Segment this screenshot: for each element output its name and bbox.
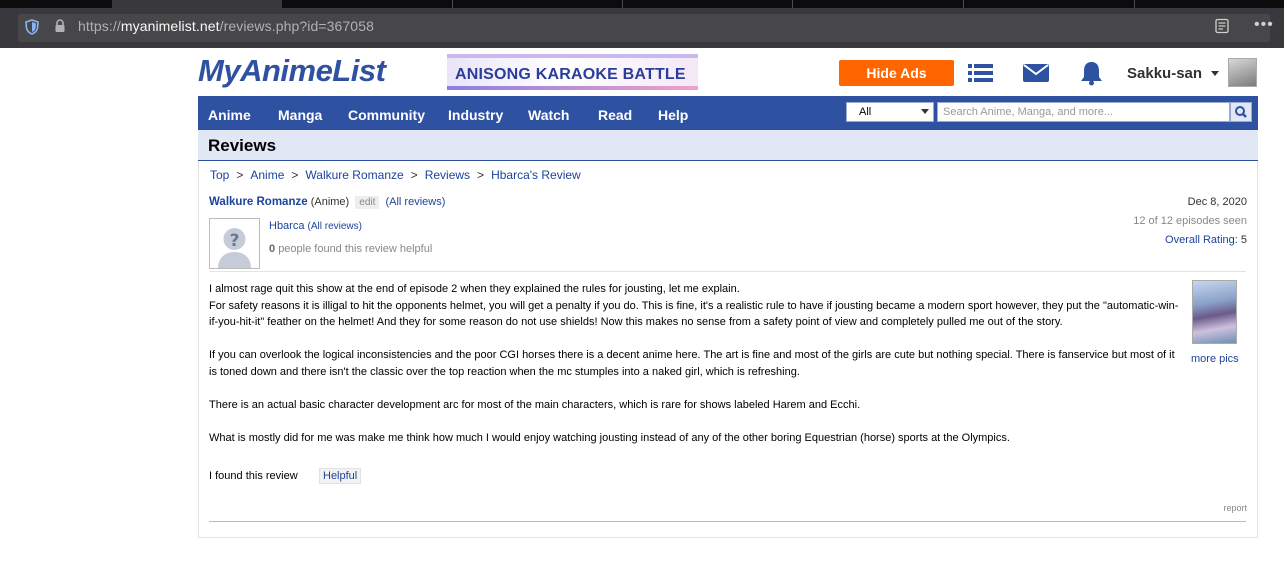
breadcrumb-separator: > <box>291 168 299 182</box>
url-path: /reviews.php?id=367058 <box>219 18 374 34</box>
tab-separator <box>792 0 793 8</box>
reviewer-name-link[interactable]: Hbarca <box>269 220 304 232</box>
review-paragraph: There is an actual basic character devel… <box>209 398 861 411</box>
menu-dots-icon[interactable]: ••• <box>1254 16 1274 34</box>
overall-rating-label: Overall Rating: <box>1165 234 1238 246</box>
breadcrumb-top[interactable]: Top <box>210 168 229 182</box>
helpful-count-number: 0 <box>269 243 276 255</box>
report-link[interactable]: report <box>1223 503 1247 513</box>
lock-icon[interactable] <box>53 18 67 34</box>
episodes-seen: 12 of 12 episodes seen <box>1133 215 1247 227</box>
site-logo[interactable]: MyAnimeList <box>198 53 386 89</box>
nav-manga[interactable]: Manga <box>278 107 322 123</box>
anime-cover-image[interactable] <box>1192 280 1237 344</box>
reader-view-icon[interactable] <box>1214 18 1230 34</box>
chevron-down-icon <box>921 109 929 114</box>
breadcrumb-title[interactable]: Walkure Romanze <box>305 168 403 182</box>
review-date: Dec 8, 2020 <box>1187 196 1247 208</box>
promo-banner[interactable]: ANISONG KARAOKE BATTLE <box>447 54 698 90</box>
breadcrumb-separator: > <box>477 168 485 182</box>
more-pics-link[interactable]: more pics <box>1191 353 1239 365</box>
mail-icon[interactable] <box>1023 64 1049 82</box>
review-paragraph: For safety reasons it is illigal to hit … <box>209 299 1179 329</box>
username-menu[interactable]: Sakku-san <box>1127 65 1202 82</box>
page-title-bar: Reviews <box>198 130 1258 161</box>
helpful-count-text: people found this review helpful <box>278 243 433 255</box>
anime-type: (Anime) <box>310 196 350 208</box>
search-input[interactable]: Search Anime, Manga, and more... <box>937 102 1230 122</box>
divider <box>209 271 1246 272</box>
banner-stripe <box>447 86 698 90</box>
review-heading: Walkure Romanze (Anime) edit (All review… <box>209 196 445 209</box>
default-user-icon: ? <box>210 219 259 268</box>
nav-read[interactable]: Read <box>598 107 632 123</box>
reviewer-avatar[interactable]: ? <box>209 218 260 269</box>
shield-icon[interactable] <box>25 19 39 35</box>
review-body: I almost rage quit this show at the end … <box>209 281 1179 463</box>
nav-watch[interactable]: Watch <box>528 107 569 123</box>
list-icon[interactable] <box>968 63 994 83</box>
breadcrumb-anime[interactable]: Anime <box>250 168 284 182</box>
helpful-count: 0 people found this review helpful <box>269 243 432 255</box>
page-title: Reviews <box>208 136 277 155</box>
breadcrumb-separator: > <box>410 168 418 182</box>
nav-industry[interactable]: Industry <box>448 107 503 123</box>
search-icon <box>1235 106 1247 118</box>
bell-icon[interactable] <box>1080 61 1103 86</box>
nav-community[interactable]: Community <box>348 107 425 123</box>
overall-rating: Overall Rating: 5 <box>1165 234 1247 246</box>
tab-separator <box>963 0 964 8</box>
breadcrumb-separator: > <box>236 168 244 182</box>
helpful-button[interactable]: Helpful <box>319 468 362 484</box>
nav-help[interactable]: Help <box>658 107 688 123</box>
overall-rating-value: 5 <box>1240 234 1247 246</box>
hide-ads-button[interactable]: Hide Ads <box>839 60 954 86</box>
breadcrumb-current[interactable]: Hbarca's Review <box>491 168 581 182</box>
user-avatar[interactable] <box>1228 58 1257 87</box>
anime-title-link[interactable]: Walkure Romanze <box>209 196 308 208</box>
url-prefix: https:// <box>78 18 121 34</box>
active-tab[interactable] <box>112 0 282 8</box>
reviewer-all-reviews-link[interactable]: (All reviews) <box>308 221 362 232</box>
svg-text:?: ? <box>230 231 240 251</box>
tab-separator <box>1134 0 1135 8</box>
search-category-select[interactable]: All <box>846 102 934 122</box>
search-button[interactable] <box>1230 102 1252 122</box>
review-paragraph: I almost rage quit this show at the end … <box>209 283 740 295</box>
nav-anime[interactable]: Anime <box>208 107 251 123</box>
review-paragraph: What is mostly did for me was make me th… <box>209 431 1010 444</box>
url-text[interactable]: https://myanimelist.net/reviews.php?id=3… <box>78 18 374 34</box>
browser-tab-strip <box>0 0 1284 8</box>
reviewer-info: Hbarca (All reviews) <box>269 220 362 232</box>
all-reviews-link[interactable]: (All reviews) <box>385 196 445 208</box>
edit-button[interactable]: edit <box>355 196 380 209</box>
breadcrumb-reviews[interactable]: Reviews <box>425 168 470 182</box>
tab-separator <box>622 0 623 8</box>
divider <box>209 521 1246 522</box>
tab-separator <box>452 0 453 8</box>
review-paragraph: If you can overlook the logical inconsis… <box>209 349 1175 378</box>
found-review-label: I found this review <box>209 470 298 482</box>
breadcrumb: Top > Anime > Walkure Romanze > Reviews > Hbarca… <box>210 168 581 182</box>
banner-text: ANISONG KARAOKE BATTLE <box>455 66 686 83</box>
url-host: myanimelist.net <box>120 18 220 34</box>
search-category-value: All <box>859 106 872 118</box>
chevron-down-icon[interactable] <box>1211 71 1219 76</box>
